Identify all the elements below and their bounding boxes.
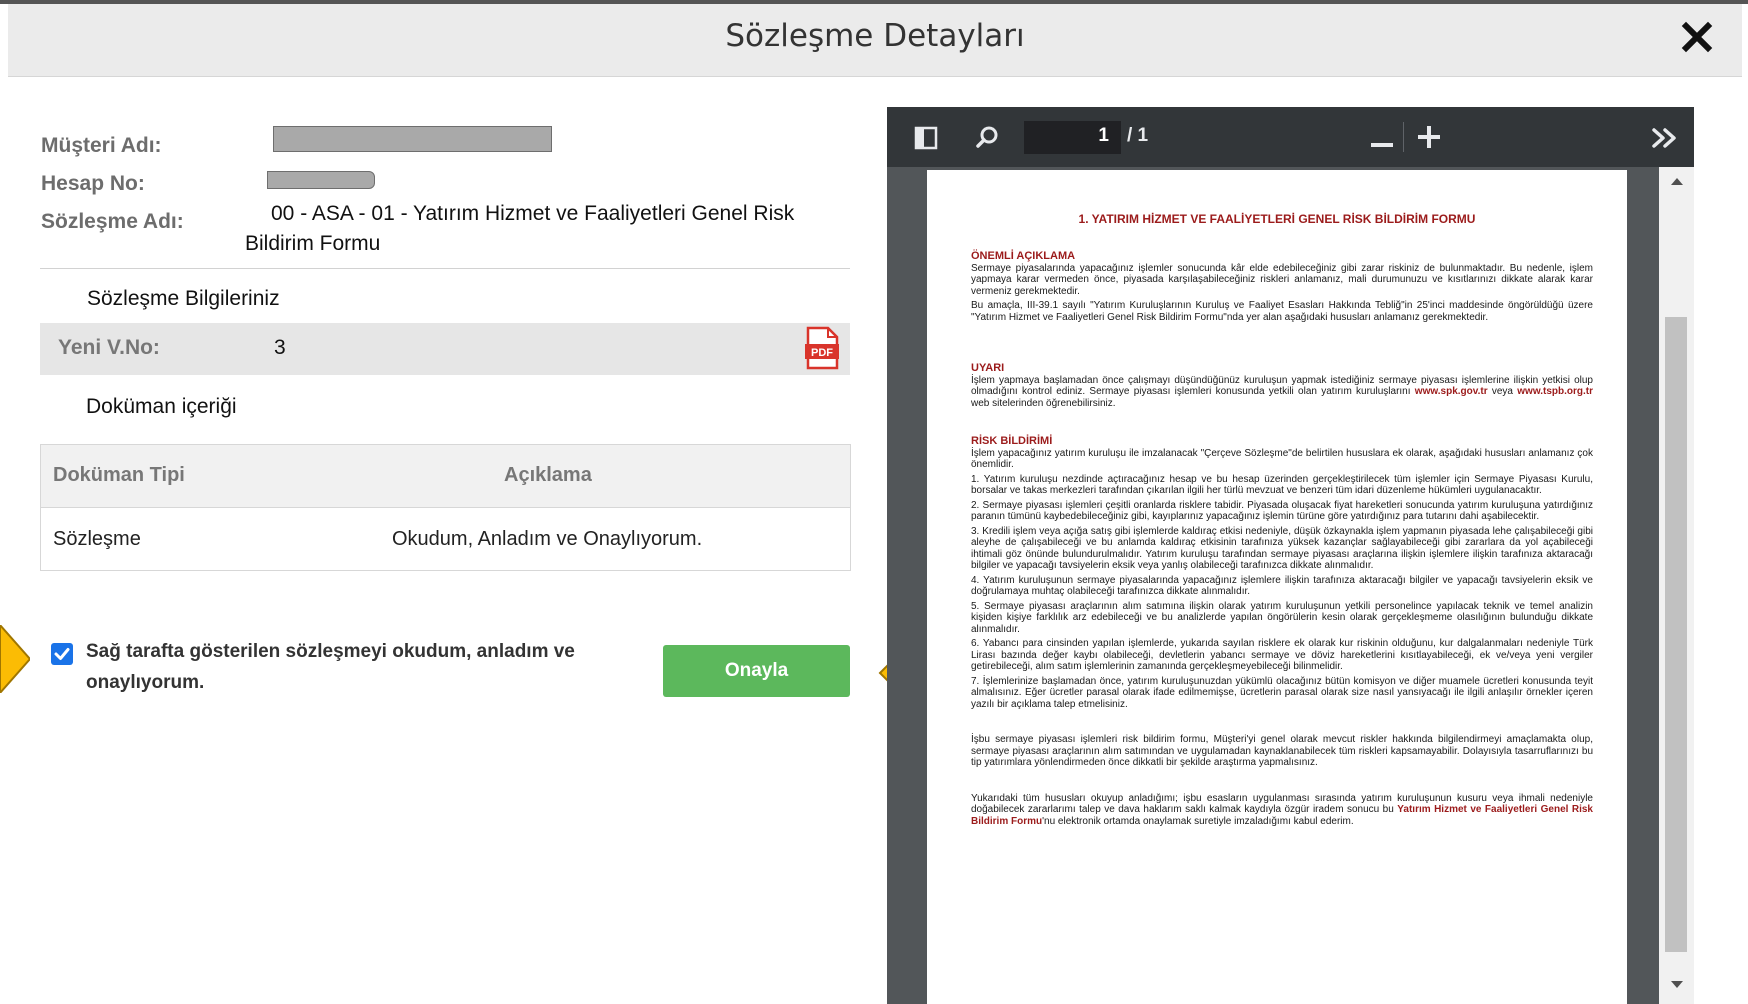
doc-list-item: 3. Kredili işlem veya açığa satış gibi i… (971, 525, 1593, 572)
checkmark-icon (54, 648, 70, 660)
pdf-viewer: 1 / 1 1. YATIRIM HİZMET VE FAALİYETLERİ … (887, 107, 1694, 1004)
modal-title: Sözleşme Detayları (725, 18, 1025, 54)
doc-heading: RİSK BİLDİRİMİ (971, 435, 1053, 447)
doc-paragraph: İşlem yapacağınız yatırım kuruluşu ile i… (971, 447, 1593, 471)
more-tools-button[interactable] (1652, 128, 1678, 153)
doc-list-item: 4. Yatırım kuruluşunun sermaye piyasalar… (971, 574, 1593, 598)
page-total: / 1 (1127, 125, 1149, 146)
doc-paragraph: Sermaye piyasalarında yapacağınız işleml… (971, 262, 1593, 297)
close-button[interactable] (1680, 20, 1714, 54)
sidebar-icon (914, 126, 938, 150)
toolbar-divider (1403, 122, 1404, 152)
divider (40, 268, 850, 269)
version-value: 3 (274, 336, 286, 359)
search-button[interactable] (976, 125, 1000, 154)
doc-section-warning: UYARI İşlem yapmaya başlamadan önce çalı… (971, 362, 1593, 410)
pdf-download-icon[interactable]: PDF (804, 326, 840, 370)
doc-list-item: 2. Sermaye piyasası işlemleri çeşitli or… (971, 499, 1593, 523)
doc-list-item: 1. Yatırım kuruluşu nezdinde açtıracağın… (971, 473, 1593, 497)
zoom-in-button[interactable] (1418, 126, 1440, 153)
doc-text: veya (1491, 386, 1513, 397)
minus-icon (1371, 143, 1393, 147)
column-header-description: Açıklama (504, 464, 592, 486)
doc-text: web sitelerinden öğrenebilirsiniz. (971, 397, 1116, 409)
modal-header: Sözleşme Detayları (8, 4, 1742, 77)
doc-link[interactable]: www.tspb.org.tr (1517, 386, 1593, 397)
double-chevron-right-icon (1652, 128, 1676, 148)
search-icon (976, 126, 998, 148)
contract-name-line2: Bildirim Formu (245, 232, 381, 255)
pdf-toolbar: 1 / 1 (887, 107, 1694, 167)
contract-name-label: Sözleşme Adı: (41, 210, 184, 233)
svg-text:PDF: PDF (811, 347, 833, 359)
pdf-scrollbar[interactable] (1659, 167, 1694, 1004)
version-label: Yeni V.No: (58, 336, 160, 359)
doc-link[interactable]: www.spk.gov.tr (1415, 386, 1488, 397)
scroll-up-arrow-icon[interactable] (1670, 175, 1684, 187)
doc-paragraph: İşbu sermaye piyasası işlemleri risk bil… (971, 734, 1593, 768)
close-icon (1681, 21, 1713, 53)
account-number-label: Hesap No: (41, 172, 145, 195)
consent-checkbox[interactable] (51, 643, 73, 665)
plus-icon (1418, 126, 1440, 148)
contract-name-line1: 00 - ASA - 01 - Yatırım Hizmet ve Faaliy… (271, 202, 795, 225)
version-row: Yeni V.No: 3 PDF (40, 323, 850, 375)
doc-paragraph: Yukarıdaki tüm hususları okuyup anladığı… (971, 793, 1593, 828)
page-number-input[interactable]: 1 (1024, 121, 1121, 154)
account-number-value-redacted (267, 171, 375, 189)
cell-description: Okudum, Anladım ve Onaylıyorum. (392, 528, 703, 550)
doc-heading: UYARI (971, 362, 1005, 374)
table-header: Doküman Tipi Açıklama (41, 445, 850, 508)
doc-text: 'nu elektronik ortamda onaylamak suretiy… (1042, 815, 1354, 827)
zoom-out-button[interactable] (1371, 135, 1393, 153)
contract-info-title: Sözleşme Bilgileriniz (87, 287, 280, 310)
doc-heading: ÖNEMLİ AÇIKLAMA (971, 250, 1076, 262)
doc-list-item: 7. İşlemlerinize başlamadan önce, yatırı… (971, 675, 1593, 710)
doc-title: 1. YATIRIM HİZMET VE FAALİYETLERİ GENEL … (1078, 212, 1476, 226)
doc-paragraph: İşlem yapmaya başlamadan önce çalışmayı … (971, 375, 1593, 410)
customer-name-value-redacted (273, 126, 552, 152)
scroll-thumb[interactable] (1665, 317, 1687, 952)
highlight-arrow-left (0, 625, 30, 693)
doc-list-item: 5. Sermaye piyasası araçlarının alım sat… (971, 600, 1593, 635)
doc-paragraph: Bu amaçla, III-39.1 sayılı "Yatırım Kuru… (971, 300, 1593, 323)
sidebar-toggle-button[interactable] (914, 126, 938, 155)
scroll-down-arrow-icon[interactable] (1670, 979, 1684, 991)
doc-section-risk: RİSK BİLDİRİMİ İşlem yapacağınız yatırım… (971, 435, 1593, 828)
document-table: Doküman Tipi Açıklama Sözleşme Okudum, A… (40, 444, 851, 571)
document-content-title: Doküman içeriği (86, 395, 237, 418)
consent-text[interactable]: Sağ tarafta gösterilen sözleşmeyi okudum… (86, 636, 626, 698)
column-header-type: Doküman Tipi (53, 464, 185, 486)
pdf-page: 1. YATIRIM HİZMET VE FAALİYETLERİ GENEL … (927, 170, 1627, 1004)
doc-list-item: 6. Yabancı para cinsinden yapılan işleml… (971, 638, 1593, 672)
cell-type: Sözleşme (53, 528, 141, 550)
customer-name-label: Müşteri Adı: (41, 134, 162, 157)
doc-section-important: ÖNEMLİ AÇIKLAMA Sermaye piyasalarında ya… (971, 250, 1593, 323)
approve-button[interactable]: Onayla (663, 645, 850, 697)
